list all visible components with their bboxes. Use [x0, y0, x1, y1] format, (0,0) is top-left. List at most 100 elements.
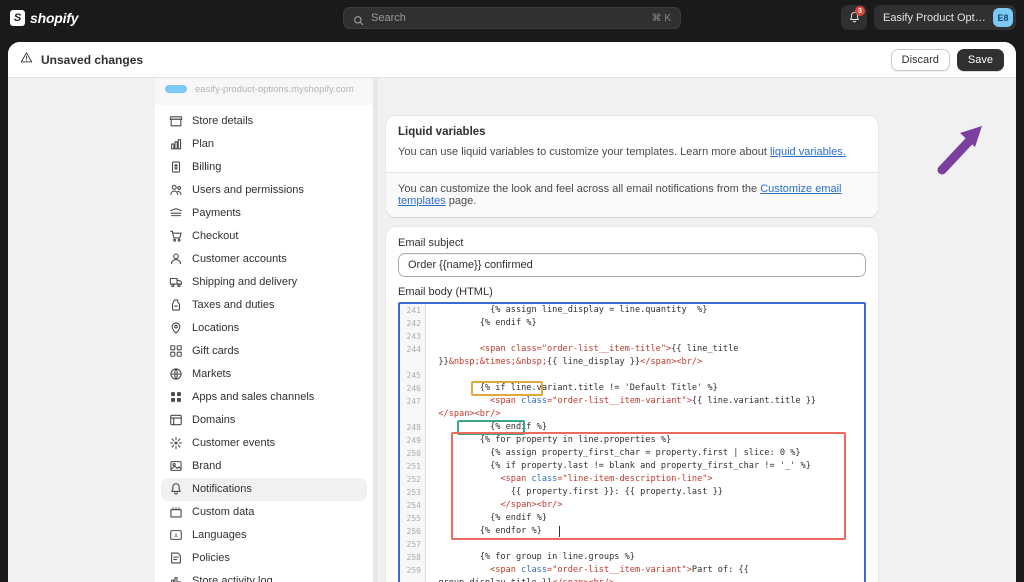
editor-line-number: 249: [406, 435, 421, 445]
sidebar-item-customer-events[interactable]: Customer events: [161, 432, 367, 455]
sidebar-item-label: Policies: [192, 552, 230, 565]
sidebar-item-brand[interactable]: Brand: [161, 455, 367, 478]
editor-line-number: 251: [406, 461, 421, 471]
sidebar-item-label: Brand: [192, 460, 222, 473]
customer-events-icon: [169, 436, 183, 450]
editor-code-line: {% endif %}: [428, 421, 547, 432]
email-subject-input[interactable]: [398, 252, 866, 277]
shopify-wordmark: shopify: [30, 9, 79, 26]
warning-triangle-icon: [20, 51, 33, 69]
editor-line-number: .: [400, 356, 425, 369]
sidebar-item-plan[interactable]: Plan: [161, 133, 367, 156]
search-input[interactable]: Search ⌘ K: [343, 7, 681, 29]
sidebar-item-customer-accounts[interactable]: Customer accounts: [161, 248, 367, 271]
settings-modal: Unsaved changes Discard Save easify-prod…: [8, 42, 1016, 582]
sidebar-item-store-details[interactable]: Store details: [161, 110, 367, 133]
sidebar-item-languages[interactable]: A Languages: [161, 524, 367, 547]
search-placeholder: Search: [371, 12, 406, 24]
notifications-button[interactable]: 3: [841, 5, 867, 30]
editor-code-line: [428, 330, 864, 343]
account-button[interactable]: Easify Product Option... E8: [874, 5, 1016, 30]
sidebar-item-gift-cards[interactable]: Gift cards: [161, 340, 367, 363]
sidebar-item-checkout[interactable]: Checkout: [161, 225, 367, 248]
settings-sidebar: easify-product-options.myshopify.com Sto…: [155, 78, 373, 582]
editor-code-line: <span class="order-list__item-variant">P…: [490, 564, 749, 575]
notification-badge: 3: [855, 6, 865, 16]
sidebar-item-label: Custom data: [192, 506, 255, 519]
editor-line-number: 258: [406, 552, 421, 562]
liquid-variables-card: Liquid variables You can use liquid vari…: [386, 116, 878, 217]
sidebar-item-label: Markets: [192, 368, 232, 381]
editor-line-number: 247: [406, 396, 421, 406]
save-button[interactable]: Save: [956, 48, 1004, 71]
editor-line-number: 243: [406, 331, 421, 341]
sidebar-item-label: Languages: [192, 529, 247, 542]
editor-code-line: {% for property in line.properties %}: [428, 434, 672, 445]
editor-code-area[interactable]: {% assign line_display = line.quantity %…: [426, 304, 864, 582]
editor-code-line: {% if line.variant.title != 'Default Tit…: [428, 382, 718, 393]
editor-code-line: group.display_title }}</span><br/>: [428, 577, 864, 582]
store-domain: easify-product-options.myshopify.com: [195, 84, 354, 95]
editor-code-line: {% assign property_first_char = property…: [428, 447, 801, 458]
liquid-variables-link[interactable]: liquid variables.: [770, 146, 846, 158]
sidebar-item-custom-data[interactable]: Custom data: [161, 501, 367, 524]
discard-button[interactable]: Discard: [890, 48, 950, 71]
sidebar-item-billing[interactable]: Billing: [161, 156, 367, 179]
store-header[interactable]: easify-product-options.myshopify.com: [155, 78, 373, 105]
sidebar-item-apps-and-sales-channels[interactable]: Apps and sales channels: [161, 386, 367, 409]
editor-code-line: {{ property.first }}: {{ property.last }…: [428, 486, 723, 497]
editor-line-number: 259: [406, 565, 421, 575]
search-icon: [353, 13, 364, 25]
sidebar-item-label: Plan: [192, 138, 215, 151]
avatar: E8: [993, 8, 1013, 27]
customize-templates-row: You can customize the look and feel acro…: [386, 171, 878, 217]
globe-icon: [169, 367, 183, 381]
sidebar-item-markets[interactable]: Markets: [161, 363, 367, 386]
sidebar-item-shipping-and-delivery[interactable]: Shipping and delivery: [161, 271, 367, 294]
editor-line-number: 241: [406, 305, 421, 315]
svg-text:A: A: [174, 534, 178, 540]
liquid-variables-top: Liquid variables You can use liquid vari…: [386, 116, 878, 172]
sidebar-item-taxes-and-duties[interactable]: Taxes and duties: [161, 294, 367, 317]
sidebar-item-locations[interactable]: Locations: [161, 317, 367, 340]
domains-icon: [169, 413, 183, 427]
plan-icon: [169, 137, 183, 151]
sidebar-item-policies[interactable]: Policies: [161, 547, 367, 570]
shopify-mark-icon: S: [10, 9, 25, 26]
editor-line-number: .: [400, 408, 425, 421]
sidebar-item-label: Store activity log: [192, 575, 273, 582]
editor-code-line: [428, 538, 864, 551]
editor-line-number: 253: [406, 487, 421, 497]
modal-save-bar: Unsaved changes Discard Save: [8, 42, 1016, 78]
payments-icon: [169, 206, 183, 220]
shopify-logo[interactable]: S shopify: [10, 9, 79, 26]
users-icon: [169, 183, 183, 197]
editor-line-number: 252: [406, 474, 421, 484]
editor-code-line: <span class="order-list__item-title">{{ …: [479, 343, 739, 354]
sidebar-item-domains[interactable]: Domains: [161, 409, 367, 432]
sidebar-item-label: Gift cards: [192, 345, 240, 358]
location-pin-icon: [169, 321, 183, 335]
editor-code-line: </span><br/>: [428, 408, 501, 419]
sidebar-item-label: Domains: [192, 414, 236, 427]
sidebar-item-label: Customer accounts: [192, 253, 287, 266]
unsaved-changes-indicator: Unsaved changes: [20, 51, 143, 69]
editor-code-line: {% if property.last != blank and propert…: [428, 460, 811, 471]
sidebar-item-users-and-permissions[interactable]: Users and permissions: [161, 179, 367, 202]
editor-line-number: 255: [406, 513, 421, 523]
top-bar: S shopify Search ⌘ K 3 Easify Product Op…: [0, 0, 1024, 35]
bell-icon: [169, 482, 183, 496]
sidebar-nav-list: Store details Plan Billing Users and permis…: [155, 105, 373, 582]
liquid-variables-description: You can use liquid variables to customiz…: [398, 145, 866, 161]
sidebar-item-payments[interactable]: Payments: [161, 202, 367, 225]
sidebar-item-notifications[interactable]: Notifications: [161, 477, 367, 501]
unsaved-changes-label: Unsaved changes: [41, 52, 144, 67]
apps-grid-icon: [169, 390, 183, 404]
sidebar-item-label: Taxes and duties: [192, 299, 275, 312]
cart-icon: [169, 229, 183, 243]
editor-code-line: {% endfor %}: [428, 525, 542, 536]
email-body-code-editor[interactable]: 241242243244.245246247.24824925025125225…: [398, 301, 866, 582]
editor-code-line: {% endif %}: [428, 512, 547, 523]
email-template-card: Email subject Email body (HTML) 241 242 24…: [386, 226, 878, 582]
customize-prefix-text: You can customize the look and feel acro…: [398, 182, 761, 195]
